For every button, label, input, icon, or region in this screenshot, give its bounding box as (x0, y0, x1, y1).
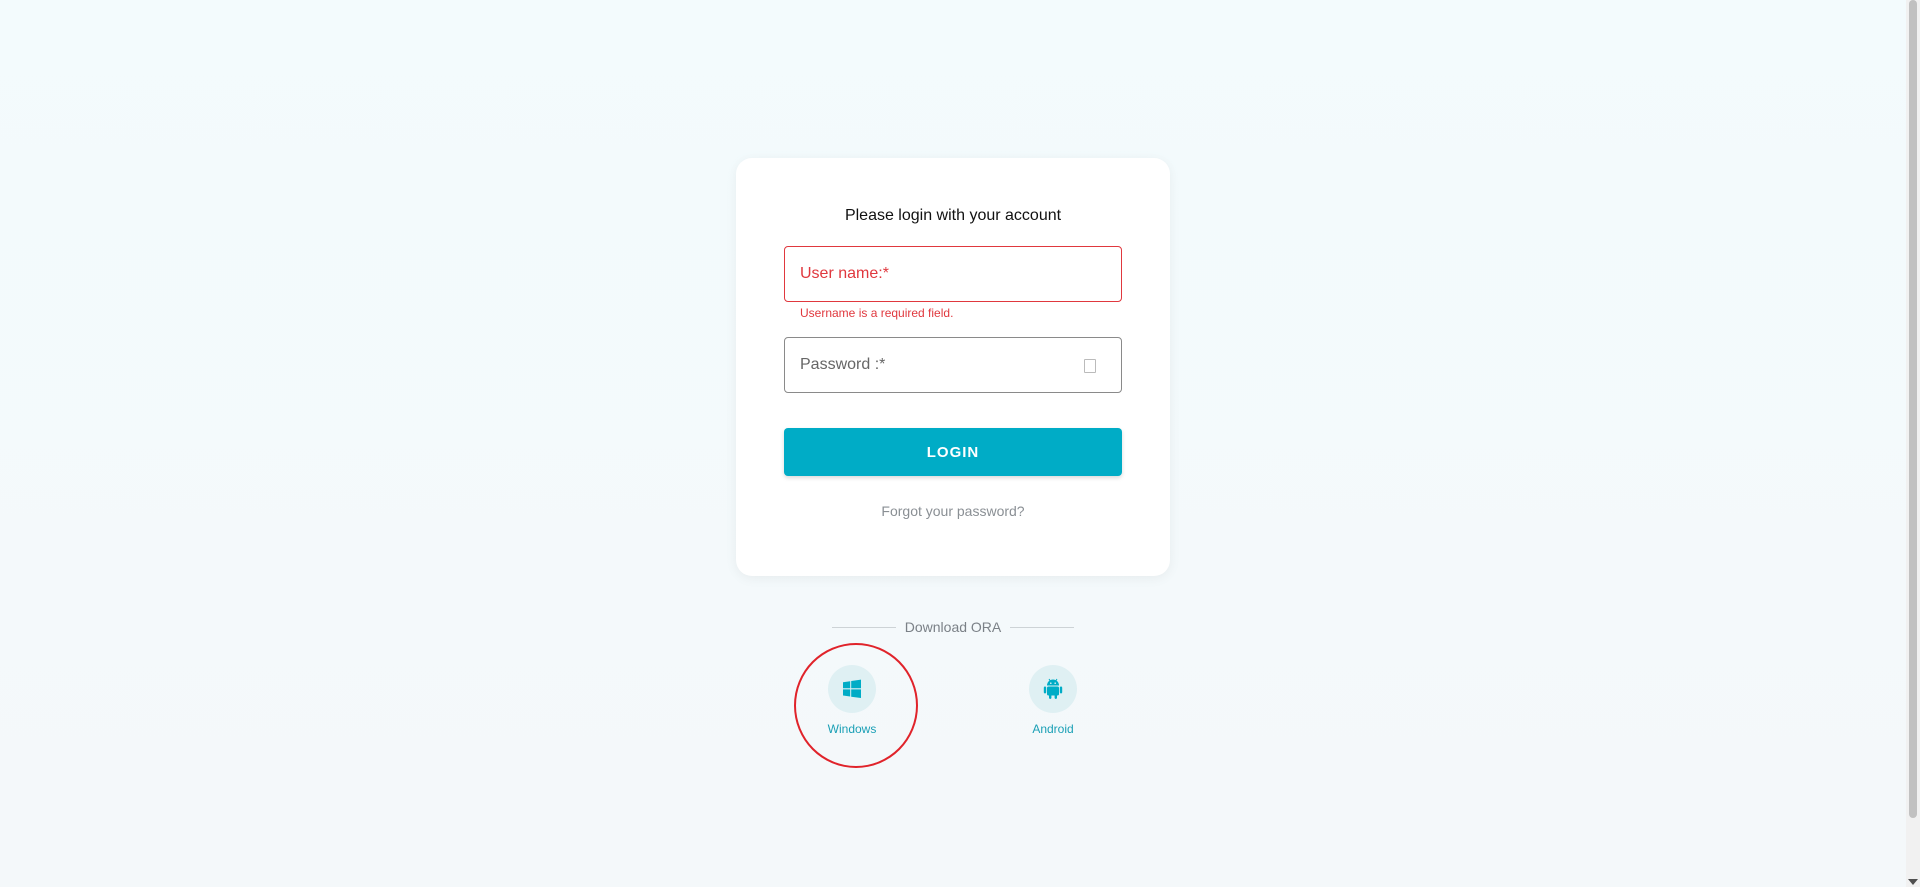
divider-line-right (1010, 627, 1074, 628)
android-label: Android (1032, 722, 1074, 736)
vertical-scrollbar[interactable] (1906, 0, 1920, 887)
scrollbar-thumb[interactable] (1909, 0, 1917, 818)
username-error-message: Username is a required field. (800, 306, 954, 320)
android-icon-circle (1029, 665, 1077, 713)
login-button[interactable]: LOGIN (784, 428, 1122, 476)
username-label: User name:* (800, 265, 889, 282)
username-field[interactable]: User name:* (784, 246, 1122, 302)
login-card: Please login with your account User name… (736, 158, 1170, 576)
forgot-password-link[interactable]: Forgot your password? (736, 503, 1170, 519)
password-visibility-icon[interactable] (1084, 359, 1096, 373)
android-icon (1043, 678, 1063, 699)
highlight-annotation-circle (794, 643, 918, 768)
password-label: Password :* (800, 356, 886, 373)
download-divider: Download ORA (832, 618, 1074, 638)
scroll-down-arrow-icon[interactable] (1908, 879, 1918, 885)
login-title: Please login with your account (844, 207, 1062, 224)
password-field[interactable]: Password :* (784, 337, 1122, 393)
download-android[interactable]: Android (1013, 665, 1093, 736)
